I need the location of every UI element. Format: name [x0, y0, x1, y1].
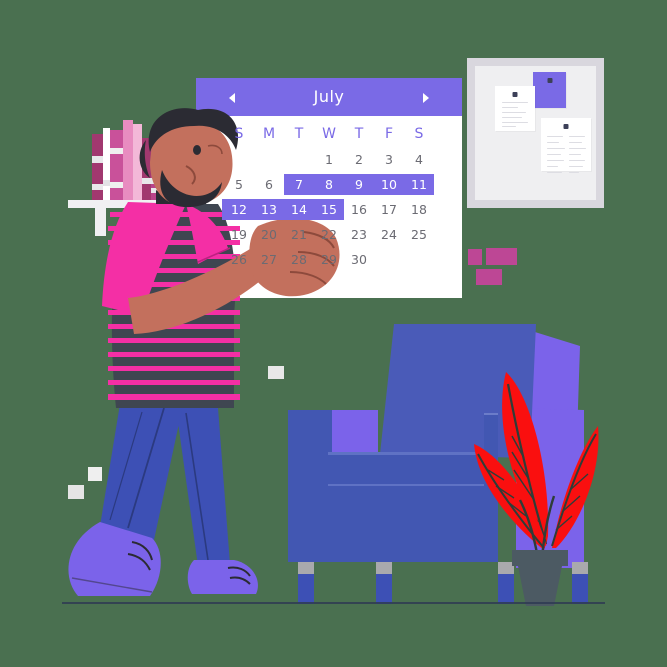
confetti-pink-2 — [486, 248, 517, 265]
day-cell-selected[interactable]: 11 — [404, 172, 434, 197]
pin-icon — [512, 92, 518, 97]
day-cell[interactable]: 17 — [374, 197, 404, 222]
confetti-pink-1 — [468, 249, 482, 265]
day-cell-selected[interactable]: 15 — [314, 197, 344, 222]
confetti-pink-3 — [476, 269, 502, 285]
day-cell-selected[interactable]: 7 — [284, 172, 314, 197]
day-cell-selected[interactable]: 10 — [374, 172, 404, 197]
calendar-week-row: 1 2 3 4 — [224, 147, 434, 172]
calendar-weekday-row: S M T W T F S — [224, 122, 434, 147]
day-cell[interactable]: 22 — [314, 222, 344, 247]
day-cell — [224, 147, 254, 172]
day-cell[interactable]: 5 — [224, 172, 254, 197]
calendar-week-row: 19 20 21 22 23 24 25 — [224, 222, 434, 247]
day-cell[interactable]: 28 — [284, 247, 314, 272]
day-cell[interactable]: 26 — [224, 247, 254, 272]
chevron-right-icon[interactable] — [423, 93, 429, 103]
day-cell[interactable]: 20 — [254, 222, 284, 247]
illustration-canvas: July S M T W T F S 1 2 3 4 5 6 7 8 9 10 … — [0, 0, 667, 667]
day-cell[interactable]: 6 — [254, 172, 284, 197]
pin-icon — [563, 124, 569, 129]
weekday-sun: S — [234, 126, 244, 142]
day-cell[interactable]: 29 — [314, 247, 344, 272]
calendar-week-row: 5 6 7 8 9 10 11 — [224, 172, 434, 197]
weekday-fri: F — [384, 126, 394, 142]
day-cell-selected[interactable]: 14 — [284, 197, 314, 222]
day-cell[interactable]: 2 — [344, 147, 374, 172]
weekday-mon: M — [262, 126, 276, 142]
day-cell-selected[interactable]: 9 — [344, 172, 374, 197]
weekday-sat: S — [414, 126, 424, 142]
person-back-shoe — [187, 560, 258, 594]
potted-plant — [468, 350, 604, 606]
purple-sticky-note[interactable] — [533, 72, 566, 108]
day-cell-selected[interactable]: 8 — [314, 172, 344, 197]
white-note-right[interactable] — [541, 118, 591, 174]
day-cell-selected[interactable]: 12 — [224, 197, 254, 222]
calendar-grid: S M T W T F S 1 2 3 4 5 6 7 8 9 10 11 12… — [222, 122, 434, 272]
day-cell[interactable]: 3 — [374, 147, 404, 172]
weekday-tue: T — [294, 126, 304, 142]
ground-line — [62, 602, 605, 604]
white-note-left[interactable] — [495, 86, 535, 131]
day-cell[interactable]: 25 — [404, 222, 434, 247]
day-cell[interactable]: 23 — [344, 222, 374, 247]
day-cell[interactable]: 19 — [224, 222, 254, 247]
day-cell — [254, 147, 284, 172]
calendar-week-row: 26 27 28 29 30 — [224, 247, 434, 272]
bulletin-board — [467, 58, 604, 208]
day-cell — [284, 147, 314, 172]
day-cell[interactable]: 16 — [344, 197, 374, 222]
person-front-leg — [100, 400, 184, 540]
day-cell[interactable]: 24 — [374, 222, 404, 247]
person-eye — [193, 145, 201, 155]
pin-icon — [547, 78, 552, 83]
weekday-wed: W — [322, 126, 336, 142]
bulletin-board-surface — [475, 66, 596, 200]
day-cell[interactable]: 18 — [404, 197, 434, 222]
calendar-week-row: 12 13 14 15 16 17 18 — [222, 197, 434, 222]
confetti-gray-3 — [68, 485, 84, 499]
weekday-thu: T — [354, 126, 364, 142]
day-cell — [404, 247, 434, 272]
day-cell — [374, 247, 404, 272]
day-cell[interactable]: 1 — [314, 147, 344, 172]
plant-pot — [512, 550, 568, 606]
plant-leaves — [474, 372, 599, 559]
day-cell[interactable]: 4 — [404, 147, 434, 172]
confetti-gray-2 — [88, 467, 102, 481]
day-cell[interactable]: 30 — [344, 247, 374, 272]
confetti-gray-1 — [268, 366, 284, 379]
person-back-leg — [176, 408, 230, 566]
day-cell[interactable]: 21 — [284, 222, 314, 247]
day-cell-selected[interactable]: 13 — [254, 197, 284, 222]
day-cell[interactable]: 27 — [254, 247, 284, 272]
